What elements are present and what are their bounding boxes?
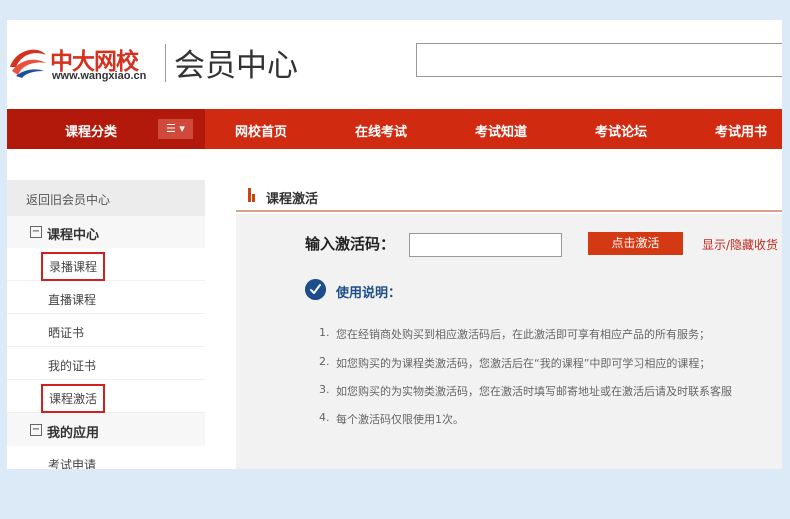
list-item: 1. 您在经销商处购买到相应激活码后，在此激活即可享有相应产品的所有服务； (319, 326, 710, 342)
content-title: 课程激活 (266, 192, 319, 207)
sidebar-item-label: 晒证书 (48, 326, 85, 340)
activation-code-label: 输入激活码： (305, 235, 396, 253)
list-item-number: 3. (319, 383, 330, 396)
content-header: 课程激活 (236, 180, 782, 212)
section-course-center-label: 课程中心 (47, 228, 100, 243)
sidebar: 返回旧会员中心 − 课程中心 录播课程 直播课程 晒证书 我的证书 课程激活 −… (7, 180, 205, 469)
list-item-number: 1. (319, 326, 330, 339)
menu-toggle-icon[interactable]: ☰ ▾ (158, 119, 193, 139)
collapse-icon[interactable]: − (30, 424, 42, 436)
sidebar-item-course-activation[interactable]: 课程激活 (7, 380, 205, 413)
activation-code-input[interactable] (409, 233, 562, 257)
main-nav: 课程分类 ☰ ▾ 网校首页 在线考试 考试知道 考试论坛 考试用书 (7, 109, 782, 149)
list-item-text: 如您购买的为实物类激活码，您在激活时填写邮寄地址或在激活后请及时联系客服 (336, 385, 732, 398)
list-item-text: 如您购买的为课程类激活码，您激活后在“我的课程”中即可学习相应的课程； (336, 357, 711, 370)
course-category-label: 课程分类 (65, 125, 118, 140)
list-item: 4. 每个激活码仅限使用1次。 (319, 411, 464, 427)
sidebar-item-label: 录播课程 (41, 252, 106, 281)
sidebar-item-label: 考试申请 (48, 458, 97, 469)
bar-chart-icon (248, 188, 258, 202)
logo-mark-icon (10, 49, 46, 78)
usage-instructions-title: 使用说明： (336, 286, 402, 301)
section-my-apps-label: 我的应用 (47, 426, 100, 441)
page-title: 会员中心 (174, 48, 298, 84)
sidebar-item-recorded-courses[interactable]: 录播课程 (7, 248, 205, 281)
sidebar-item-show-certificate[interactable]: 晒证书 (7, 314, 205, 347)
activate-button[interactable]: 点击激活 (588, 232, 683, 255)
list-item: 3. 如您购买的为实物类激活码，您在激活时填写邮寄地址或在激活后请及时联系客服 (319, 383, 732, 399)
check-circle-icon (305, 279, 326, 300)
nav-home[interactable]: 网校首页 (235, 121, 287, 140)
logo-url: www.wangxiao.cn (52, 70, 147, 82)
nav-exam-knowledge[interactable]: 考试知道 (475, 121, 527, 140)
list-item-text: 您在经销商处购买到相应激活码后，在此激活即可享有相应产品的所有服务； (336, 328, 710, 341)
back-to-old-center-label: 返回旧会员中心 (26, 193, 111, 207)
back-to-old-center[interactable]: 返回旧会员中心 (7, 180, 205, 216)
sidebar-item-label: 我的证书 (48, 359, 97, 373)
sidebar-item-label: 直播课程 (48, 293, 97, 307)
activation-panel: 输入激活码： 点击激活 显示/隐藏收货 使用说明： 1. 您在经销商处购买到相应… (236, 214, 782, 469)
list-item-number: 4. (319, 411, 330, 424)
nav-exam-forum[interactable]: 考试论坛 (595, 121, 647, 140)
header: 中大网校 www.wangxiao.cn 会员中心 (7, 20, 782, 108)
sidebar-item-my-certificates[interactable]: 我的证书 (7, 347, 205, 380)
header-divider (165, 44, 166, 82)
site-logo[interactable]: 中大网校 www.wangxiao.cn (7, 40, 157, 100)
nav-exam-books[interactable]: 考试用书 (715, 121, 767, 140)
nav-online-exam[interactable]: 在线考试 (355, 121, 407, 140)
list-item-text: 每个激活码仅限使用1次。 (336, 413, 464, 426)
list-item: 2. 如您购买的为课程类激活码，您激活后在“我的课程”中即可学习相应的课程； (319, 355, 711, 371)
toggle-shipping-link[interactable]: 显示/隐藏收货 (702, 236, 778, 253)
sidebar-item-label: 课程激活 (41, 384, 106, 413)
course-category-menu[interactable]: 课程分类 ☰ ▾ (7, 109, 205, 149)
list-item-number: 2. (319, 355, 330, 368)
sidebar-item-exam-application[interactable]: 考试申请 (7, 446, 205, 469)
main-content: 课程激活 输入激活码： 点击激活 显示/隐藏收货 使用说明： 1. 您在经销商处… (236, 180, 782, 469)
page-frame: 中大网校 www.wangxiao.cn 会员中心 课程分类 ☰ ▾ 网校首页 … (7, 20, 782, 469)
section-course-center[interactable]: − 课程中心 (7, 216, 205, 248)
sidebar-item-live-courses[interactable]: 直播课程 (7, 281, 205, 314)
section-my-apps[interactable]: − 我的应用 (7, 414, 205, 446)
search-input[interactable] (416, 43, 782, 77)
collapse-icon[interactable]: − (30, 226, 42, 238)
